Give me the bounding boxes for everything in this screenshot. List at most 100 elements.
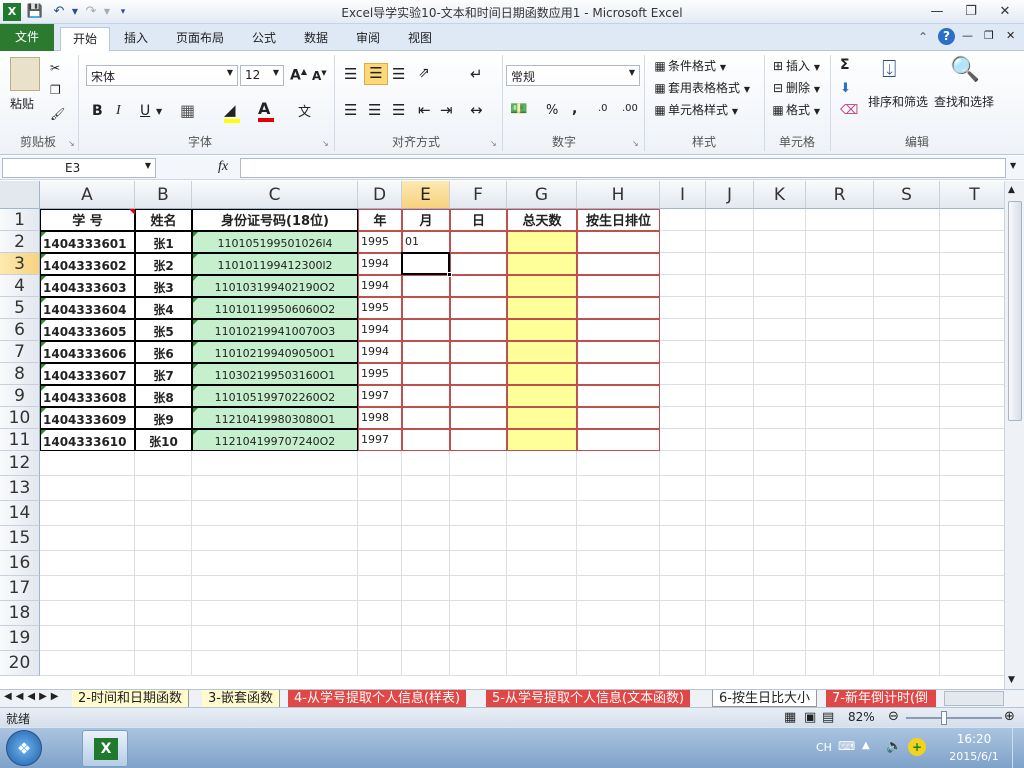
phonetic-icon[interactable]: 文	[298, 101, 311, 120]
name-cell[interactable]: 张1	[135, 231, 192, 253]
worksheet-grid[interactable]: A B C D E F G H I J K R S T 1 2 3 4 5 6 7 8 9 10 11 12 13 14 15 16 17 1…	[0, 181, 1004, 689]
name-cell[interactable]: 张3	[135, 275, 192, 297]
tab-home[interactable]: 开始	[60, 27, 111, 51]
sort-filter-icon[interactable]: ⍗	[882, 55, 896, 83]
month-cell[interactable]	[402, 341, 450, 363]
grow-font-icon[interactable]: A▲	[290, 67, 307, 84]
format-cells-button[interactable]: ▦ 格式 ▼	[770, 101, 820, 118]
shrink-font-icon[interactable]: A▼	[312, 69, 327, 83]
column-header[interactable]: R	[806, 181, 874, 209]
column-header[interactable]: E	[402, 181, 450, 209]
name-cell[interactable]: 张6	[135, 341, 192, 363]
tab-file[interactable]: 文件	[0, 24, 54, 51]
sheet-tab[interactable]: 5-从学号提取个人信息(文本函数)	[486, 690, 691, 707]
id-card-cell[interactable]: 110101199412300l2	[192, 253, 358, 275]
tab-view[interactable]: 视图	[396, 27, 444, 51]
month-cell[interactable]	[402, 429, 450, 451]
column-header[interactable]: F	[450, 181, 507, 209]
column-header[interactable]: K	[754, 181, 806, 209]
comma-button[interactable]: ,	[572, 101, 577, 117]
clock-time[interactable]: 16:20	[952, 732, 996, 746]
taskbar-excel-button[interactable]: X	[82, 730, 128, 767]
delete-cells-button[interactable]: ⊟ 删除 ▼	[770, 79, 820, 96]
name-box[interactable]: E3 ▼	[2, 158, 156, 178]
header-cell[interactable]: 年	[358, 212, 402, 231]
header-cell[interactable]: 身份证号码(18位)	[192, 212, 358, 231]
sheet-tab-active[interactable]: 6-按生日比大小	[712, 690, 817, 707]
id-card-cell[interactable]: 110103199402190O2	[192, 275, 358, 297]
id-card-cell[interactable]: 110302199503160O1	[192, 363, 358, 385]
student-id-cell[interactable]: 1404333610	[40, 429, 135, 451]
header-cell[interactable]: 总天数	[507, 212, 577, 231]
close-icon[interactable]: ✕	[992, 2, 1018, 22]
row-header[interactable]: 7	[0, 341, 40, 363]
cut-icon[interactable]: ✂	[50, 61, 60, 75]
network-icon[interactable]: +	[908, 738, 926, 756]
normal-view-icon[interactable]: ▦	[784, 710, 796, 725]
italic-button[interactable]: I	[116, 103, 121, 119]
page-layout-view-icon[interactable]: ▣	[804, 710, 816, 725]
language-indicator[interactable]: CH	[816, 741, 832, 754]
row-header[interactable]: 2	[0, 231, 40, 253]
id-card-cell[interactable]: 110105199702260O2	[192, 385, 358, 407]
row-header[interactable]: 10	[0, 407, 40, 429]
copy-icon[interactable]: ❐	[50, 83, 61, 97]
name-cell[interactable]: 张5	[135, 319, 192, 341]
column-header[interactable]: H	[577, 181, 660, 209]
align-right-icon[interactable]: ☰	[392, 101, 405, 119]
year-cell[interactable]: 1994	[358, 253, 402, 275]
orientation-icon[interactable]: ⇗	[418, 65, 430, 81]
insert-cells-button[interactable]: ⊞ 插入 ▼	[770, 57, 820, 74]
align-bottom-icon[interactable]: ☰	[392, 65, 405, 83]
header-cell[interactable]: 姓名	[135, 212, 192, 231]
column-header[interactable]: T	[940, 181, 1004, 209]
student-id-cell[interactable]: 1404333604	[40, 297, 135, 319]
row-header[interactable]: 8	[0, 363, 40, 385]
align-top-icon[interactable]: ☰	[344, 65, 357, 83]
header-cell[interactable]: 日	[450, 212, 507, 231]
select-all-button[interactable]	[0, 181, 40, 209]
year-cell[interactable]: 1995	[358, 363, 402, 385]
vertical-scrollbar[interactable]: ▲ ▼	[1004, 181, 1024, 689]
function-icon[interactable]: fx	[218, 159, 228, 175]
font-size-box[interactable]: 12 ▼	[240, 65, 284, 86]
conditional-format-button[interactable]: ▦ 条件格式 ▼	[652, 57, 726, 74]
page-break-view-icon[interactable]: ▤	[822, 710, 834, 725]
header-cell[interactable]: 月	[402, 212, 450, 231]
format-painter-icon[interactable]: 🖌	[50, 107, 65, 121]
decrease-decimal-icon[interactable]: .00	[622, 103, 638, 114]
id-card-cell[interactable]: 112104199707240O2	[192, 429, 358, 451]
student-id-cell[interactable]: 1404333608	[40, 385, 135, 407]
name-cell[interactable]: 张4	[135, 297, 192, 319]
header-cell[interactable]: 学 号	[40, 212, 135, 231]
paste-icon[interactable]	[10, 57, 40, 91]
selected-cell[interactable]	[401, 252, 450, 275]
year-cell[interactable]: 1994	[358, 341, 402, 363]
bold-button[interactable]: B	[92, 103, 103, 119]
wb-restore-icon[interactable]: ❐	[984, 29, 994, 42]
column-header[interactable]: I	[660, 181, 706, 209]
ribbon-collapse-icon[interactable]: ⌃	[918, 30, 928, 44]
wb-minimize-icon[interactable]: —	[962, 29, 973, 42]
zoom-out-icon[interactable]: ⊖	[888, 709, 899, 724]
id-card-cell[interactable]: 110102199410070O3	[192, 319, 358, 341]
sheet-tab[interactable]: 4-从学号提取个人信息(样表)	[288, 690, 467, 707]
clear-icon[interactable]: ⌫	[840, 103, 858, 118]
id-card-cell[interactable]: 110101199506060O2	[192, 297, 358, 319]
sheet-tab[interactable]: 3-嵌套函数	[202, 690, 280, 707]
name-cell[interactable]: 张7	[135, 363, 192, 385]
student-id-cell[interactable]: 1404333603	[40, 275, 135, 297]
month-cell[interactable]	[402, 297, 450, 319]
minimize-icon[interactable]: —	[924, 2, 950, 22]
decrease-indent-icon[interactable]: ⇤	[418, 101, 431, 119]
column-header[interactable]: B	[135, 181, 192, 209]
number-format-box[interactable]: 常规 ▼	[506, 65, 640, 86]
zoom-level[interactable]: 82%	[848, 710, 875, 724]
volume-icon[interactable]: 🔈	[886, 739, 902, 754]
increase-indent-icon[interactable]: ⇥	[440, 101, 453, 119]
student-id-cell[interactable]: 1404333605	[40, 319, 135, 341]
name-cell[interactable]: 张8	[135, 385, 192, 407]
clipboard-launcher-icon[interactable]: ↘	[68, 139, 75, 148]
column-header[interactable]: G	[507, 181, 577, 209]
name-cell[interactable]: 张2	[135, 253, 192, 275]
